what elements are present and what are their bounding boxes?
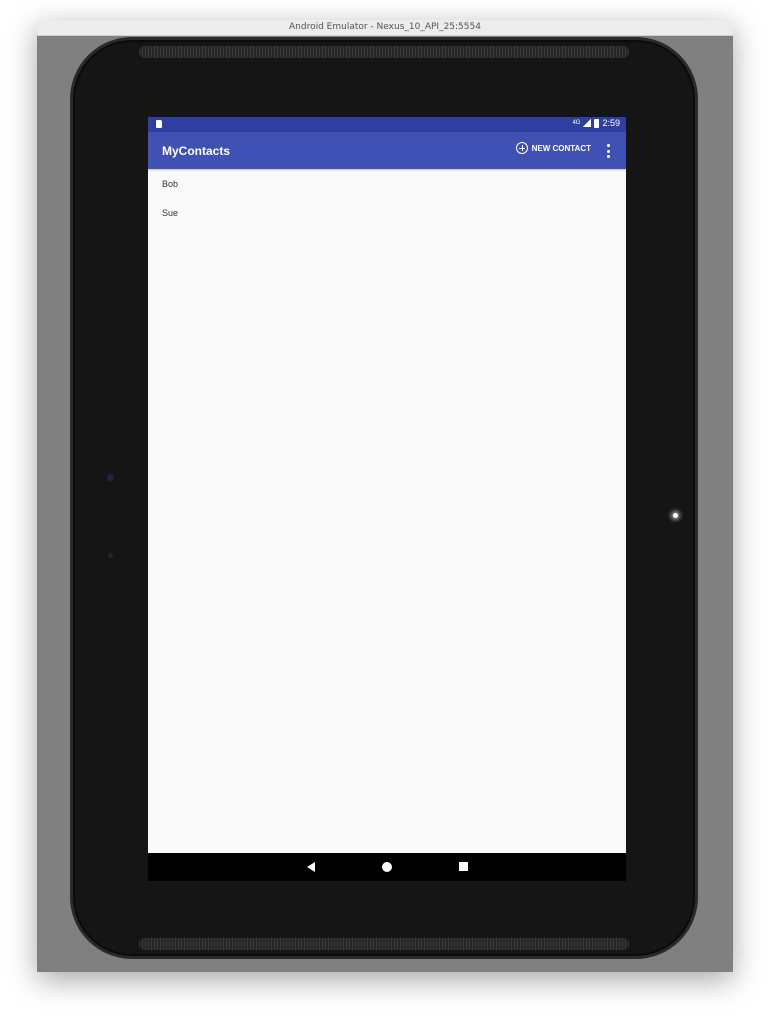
navigation-bar [148,853,626,881]
speaker-grille-top [139,46,629,58]
status-time: 2:59 [602,118,620,128]
emulator-titlebar: Android Emulator - Nexus_10_API_25:5554 [37,20,733,36]
list-item[interactable]: Bob [148,169,626,198]
contact-list: Bob Sue [148,169,626,227]
app-bar: MyContacts NEW CONTACT [148,132,626,169]
speaker-grille-bottom [139,938,629,950]
home-icon[interactable] [382,862,392,872]
recents-icon[interactable] [459,862,468,871]
more-vert-icon[interactable] [606,144,610,158]
list-item[interactable]: Sue [148,198,626,227]
emulator-window: Android Emulator - Nexus_10_API_25:5554 … [37,20,733,972]
battery-icon [594,118,600,128]
sd-card-icon [156,120,162,128]
new-contact-button[interactable]: NEW CONTACT [515,142,591,154]
status-bar: 4G 2:59 [148,117,626,132]
status-icons: 4G 2:59 [572,118,620,128]
light-sensor-icon [108,553,113,558]
notification-led-icon [673,513,678,518]
app-title: MyContacts [162,144,231,158]
network-4g-icon: 4G [572,120,581,126]
device-screen: 4G 2:59 MyContacts NEW CONTACT Bob Sue [148,117,626,881]
add-circle-icon [515,142,528,154]
emulator-title: Android Emulator - Nexus_10_API_25:5554 [289,22,481,32]
back-icon[interactable] [307,862,315,872]
signal-icon [583,119,592,127]
tablet-frame: 4G 2:59 MyContacts NEW CONTACT Bob Sue [70,37,698,959]
new-contact-label: NEW CONTACT [531,143,591,153]
camera-icon [107,474,114,481]
